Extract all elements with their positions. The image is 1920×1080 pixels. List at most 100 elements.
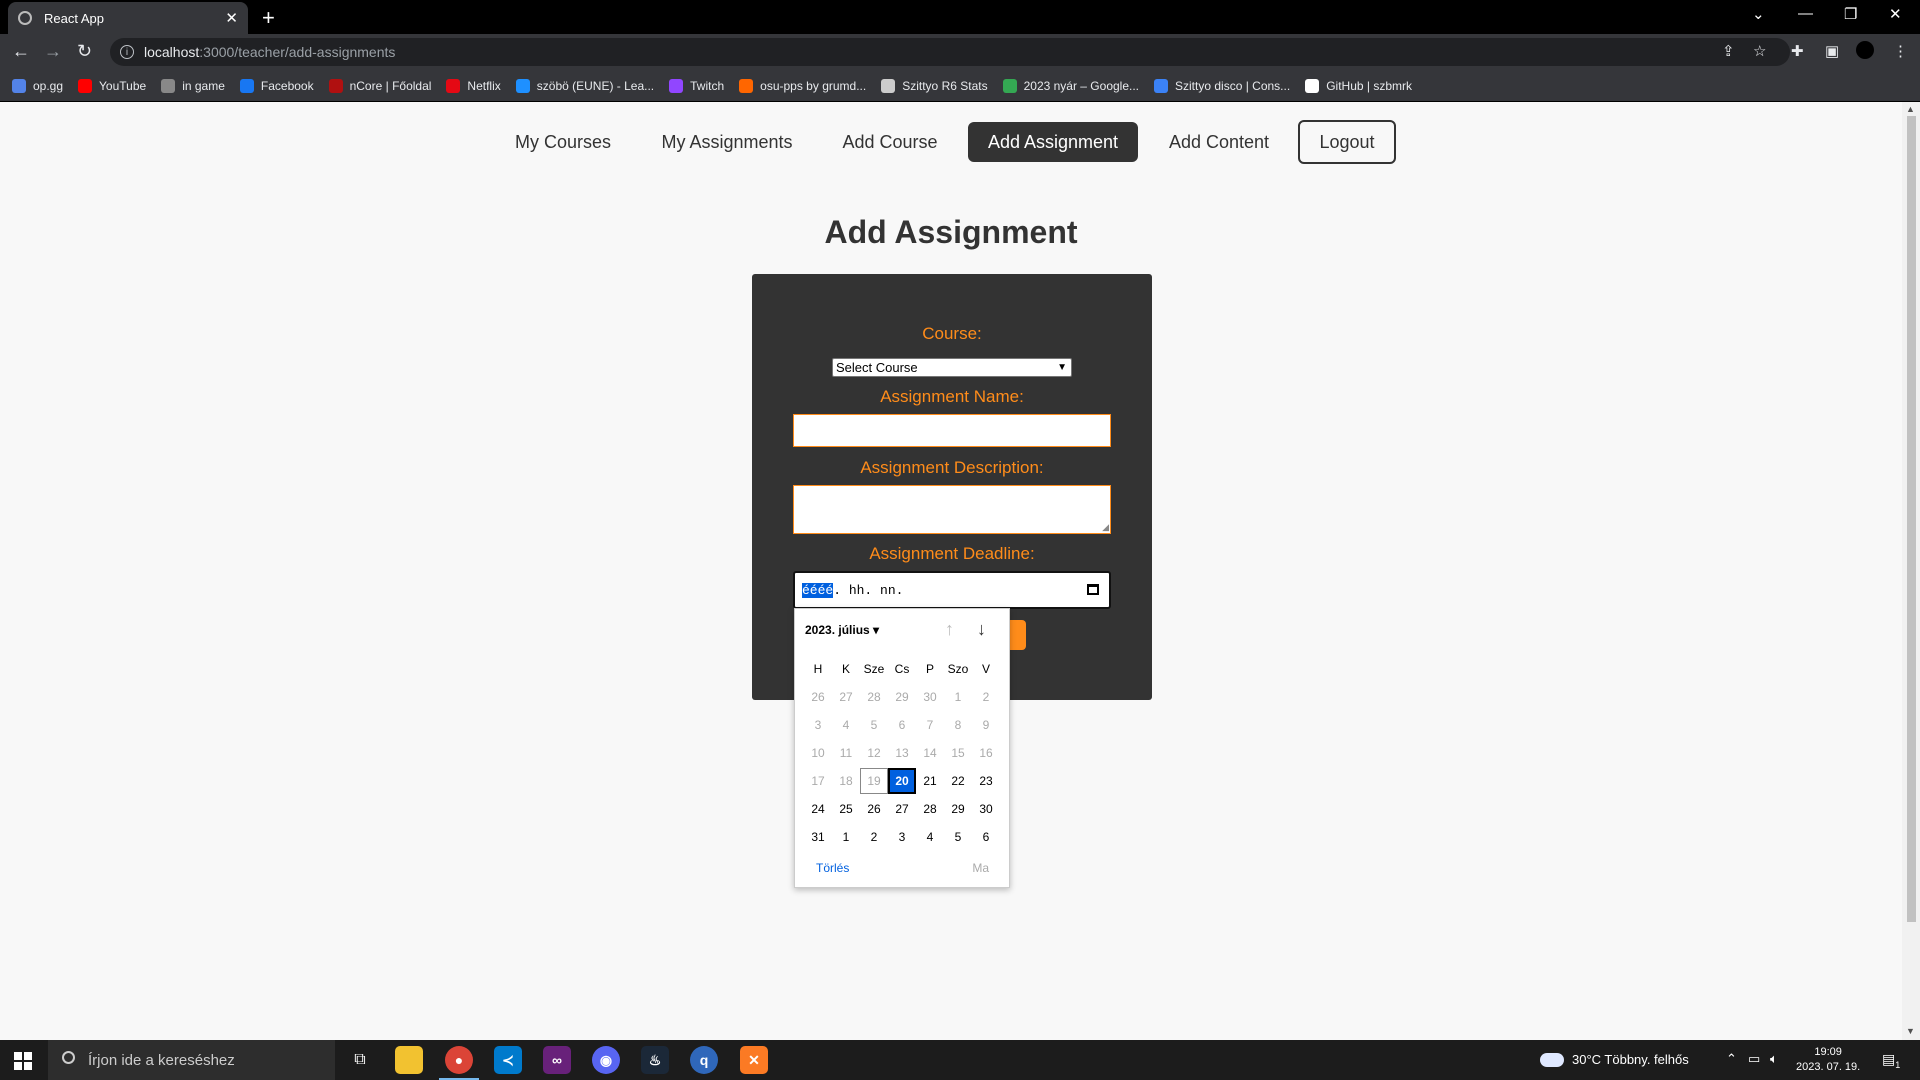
assignment-description-textarea[interactable]: ◢ <box>793 485 1111 534</box>
calendar-day[interactable]: 26 <box>804 684 832 710</box>
course-select[interactable]: Select Course ▼ <box>832 358 1072 377</box>
deadline-date-input[interactable]: éééé. hh. nn. <box>793 571 1111 609</box>
bookmark-item[interactable]: YouTube <box>78 78 146 93</box>
bookmark-item[interactable]: nCore | Főoldal <box>328 78 431 93</box>
resize-handle-icon[interactable]: ◢ <box>1102 522 1109 533</box>
scrollbar-thumb[interactable] <box>1907 116 1916 922</box>
calendar-day[interactable]: 6 <box>888 712 916 738</box>
arrow-up-icon[interactable]: ↑ <box>945 619 954 640</box>
calendar-day[interactable]: 11 <box>832 740 860 766</box>
bookmark-item[interactable]: Szittyo R6 Stats <box>881 78 988 93</box>
scroll-up-icon[interactable]: ▲ <box>1906 104 1915 114</box>
close-window-icon[interactable]: ✕ <box>1889 5 1902 23</box>
bookmark-item[interactable]: Facebook <box>239 78 314 93</box>
chrome-icon[interactable]: ● <box>439 1046 479 1080</box>
close-tab-icon[interactable]: ✕ <box>225 9 238 27</box>
calendar-day[interactable]: 29 <box>888 684 916 710</box>
calendar-day[interactable]: 28 <box>916 796 944 822</box>
task-view-icon[interactable]: ⧉ <box>346 1046 374 1074</box>
calendar-day[interactable]: 5 <box>944 824 972 850</box>
today-button[interactable]: Ma <box>972 861 989 875</box>
calendar-day[interactable]: 27 <box>888 796 916 822</box>
forward-icon[interactable]: → <box>44 41 62 62</box>
network-icon[interactable]: ▭ <box>1748 1051 1760 1067</box>
calendar-day[interactable]: 1 <box>944 684 972 710</box>
calendar-day[interactable]: 18 <box>832 768 860 794</box>
calendar-day[interactable]: 5 <box>860 712 888 738</box>
bookmark-item[interactable]: szöbö (EUNE) - Lea... <box>515 78 654 93</box>
tab-search-icon[interactable]: ⌄ <box>1752 5 1765 23</box>
calendar-day-selected[interactable]: 20 <box>888 768 916 794</box>
calendar-day[interactable]: 19 <box>860 768 888 794</box>
bookmark-item[interactable]: Twitch <box>669 78 724 93</box>
calendar-day[interactable]: 2 <box>860 824 888 850</box>
calendar-day[interactable]: 7 <box>916 712 944 738</box>
arrow-down-icon[interactable]: ↓ <box>977 619 986 640</box>
browser-tab[interactable]: React App ✕ <box>8 2 248 34</box>
taskbar-clock[interactable]: 19:09 2023. 07. 19. <box>1796 1045 1860 1075</box>
restore-icon[interactable]: ❐ <box>1844 5 1857 23</box>
windows-start-icon[interactable] <box>14 1052 32 1070</box>
vscode-icon[interactable]: ≺ <box>494 1046 522 1074</box>
nav-add-course[interactable]: Add Course <box>830 122 950 162</box>
calendar-day[interactable]: 23 <box>972 768 1000 794</box>
calendar-day[interactable]: 9 <box>972 712 1000 738</box>
calendar-day[interactable]: 27 <box>832 684 860 710</box>
calendar-day[interactable]: 14 <box>916 740 944 766</box>
weather-widget[interactable]: 30°C Többny. felhős <box>1540 1052 1689 1067</box>
assignment-name-input[interactable] <box>793 414 1111 447</box>
file-explorer-icon[interactable] <box>395 1046 423 1074</box>
calendar-day[interactable]: 28 <box>860 684 888 710</box>
calendar-day[interactable]: 10 <box>804 740 832 766</box>
volume-icon[interactable]: 🔈︎ <box>1770 1051 1778 1067</box>
calendar-icon[interactable] <box>1087 584 1099 595</box>
calendar-day[interactable]: 25 <box>832 796 860 822</box>
scroll-down-icon[interactable]: ▼ <box>1906 1026 1915 1036</box>
xampp-icon[interactable]: ✕ <box>740 1046 768 1074</box>
calendar-day[interactable]: 15 <box>944 740 972 766</box>
menu-icon[interactable]: ⋮ <box>1893 42 1908 60</box>
bookmark-item[interactable]: GitHub | szbmrk <box>1305 78 1412 93</box>
minimize-icon[interactable]: — <box>1798 5 1813 22</box>
url-input[interactable]: i localhost:3000/teacher/add-assignments <box>110 38 1790 66</box>
date-rest-segments[interactable]: . hh. nn. <box>833 583 903 598</box>
bookmark-item[interactable]: osu-pps by grumd... <box>739 78 866 93</box>
bookmark-item[interactable]: Netflix <box>446 78 501 93</box>
calendar-day[interactable]: 30 <box>916 684 944 710</box>
calendar-day[interactable]: 12 <box>860 740 888 766</box>
nav-my-courses[interactable]: My Courses <box>503 122 623 162</box>
bookmark-item[interactable]: op.gg <box>12 78 63 93</box>
visual-studio-icon[interactable]: ∞ <box>543 1046 571 1074</box>
tray-chevron-up-icon[interactable]: ⌃ <box>1726 1051 1737 1067</box>
back-icon[interactable]: ← <box>12 41 30 62</box>
calendar-day[interactable]: 8 <box>944 712 972 738</box>
calendar-day[interactable]: 22 <box>944 768 972 794</box>
calendar-day[interactable]: 3 <box>804 712 832 738</box>
profile-avatar[interactable] <box>1856 41 1874 59</box>
picker-month-select[interactable]: 2023. július ▾ <box>805 623 879 637</box>
site-info-icon[interactable]: i <box>120 45 134 59</box>
calendar-day[interactable]: 24 <box>804 796 832 822</box>
calendar-day[interactable]: 26 <box>860 796 888 822</box>
notification-icon[interactable]: ▤1 <box>1882 1051 1900 1070</box>
share-icon[interactable]: ⇪ <box>1722 42 1735 60</box>
calendar-day[interactable]: 21 <box>916 768 944 794</box>
page-scrollbar[interactable]: ▲ ▼ <box>1902 102 1920 1040</box>
date-year-segment[interactable]: éééé <box>802 582 834 598</box>
calendar-day[interactable]: 2 <box>972 684 1000 710</box>
calendar-day[interactable]: 6 <box>972 824 1000 850</box>
new-tab-icon[interactable]: + <box>262 5 275 31</box>
nav-add-assignment[interactable]: Add Assignment <box>968 122 1138 162</box>
logout-button[interactable]: Logout <box>1298 120 1396 164</box>
calendar-day[interactable]: 16 <box>972 740 1000 766</box>
nav-my-assignments[interactable]: My Assignments <box>646 122 808 162</box>
taskbar-search-input[interactable]: Írjon ide a kereséshez <box>48 1040 335 1080</box>
clear-date-button[interactable]: Törlés <box>816 861 849 875</box>
side-panel-icon[interactable]: ▣ <box>1825 42 1839 60</box>
calendar-day[interactable]: 4 <box>832 712 860 738</box>
discord-icon[interactable]: ◉ <box>592 1046 620 1074</box>
bookmark-item[interactable]: Szittyo disco | Cons... <box>1154 78 1290 93</box>
bookmark-star-icon[interactable]: ☆ <box>1753 42 1766 60</box>
calendar-day[interactable]: 3 <box>888 824 916 850</box>
extensions-icon[interactable]: ✚ <box>1791 42 1804 60</box>
